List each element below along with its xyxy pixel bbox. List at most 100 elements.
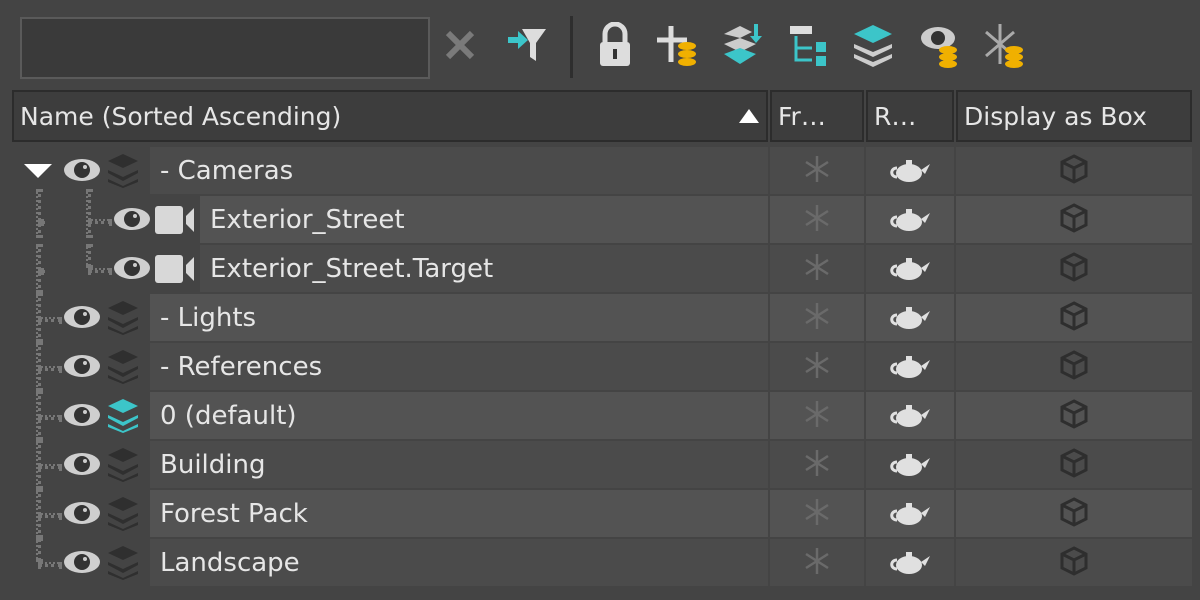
layer-row[interactable]: - Cameras <box>12 146 1192 195</box>
renderable-toggle[interactable] <box>866 147 954 194</box>
freeze-toggle[interactable] <box>770 245 864 292</box>
visibility-eye-icon[interactable] <box>62 401 102 433</box>
renderable-toggle[interactable] <box>866 294 954 341</box>
row-name[interactable]: Exterior_Street.Target <box>200 245 768 292</box>
collapse-arrow-icon[interactable] <box>22 162 54 180</box>
freeze-toggle[interactable] <box>770 441 864 488</box>
visibility-eye-icon[interactable] <box>62 156 102 188</box>
freeze-toggle[interactable] <box>770 343 864 390</box>
filter-button[interactable] <box>505 22 551 68</box>
layer-row[interactable]: Landscape <box>12 538 1192 587</box>
column-header-display-as-box[interactable]: Display as Box <box>956 90 1192 142</box>
eye-layer-icon <box>921 27 957 68</box>
freeze-toggle[interactable] <box>770 539 864 586</box>
layer-row[interactable]: - Lights <box>12 293 1192 342</box>
freeze-toggle[interactable] <box>770 196 864 243</box>
teapot-icon <box>889 399 931 433</box>
visibility-eye-icon[interactable] <box>112 254 152 286</box>
layer-icon[interactable] <box>106 446 140 486</box>
row-label: - Cameras <box>160 155 294 186</box>
column-header-display-label: Display as Box <box>964 101 1147 131</box>
column-header-name-label: Name (Sorted Ascending) <box>20 101 342 131</box>
box-icon <box>1058 545 1090 581</box>
layer-icon[interactable] <box>106 544 140 584</box>
display-as-box-toggle[interactable] <box>956 490 1192 537</box>
freeze-toggle[interactable] <box>770 490 864 537</box>
row-name[interactable]: Landscape <box>150 539 768 586</box>
display-as-box-toggle[interactable] <box>956 392 1192 439</box>
renderable-toggle[interactable] <box>866 441 954 488</box>
row-name[interactable]: Building <box>150 441 768 488</box>
renderable-toggle[interactable] <box>866 196 954 243</box>
display-as-box-toggle[interactable] <box>956 245 1192 292</box>
layer-row[interactable]: 0 (default) <box>12 391 1192 440</box>
renderable-toggle[interactable] <box>866 343 954 390</box>
snowflake-icon <box>802 546 832 580</box>
column-header-render-label: R… <box>874 101 917 131</box>
column-header-render[interactable]: R… <box>866 90 954 142</box>
column-header-frozen[interactable]: Fr… <box>770 90 864 142</box>
row-name[interactable]: - Cameras <box>150 147 768 194</box>
renderable-toggle[interactable] <box>866 245 954 292</box>
visibility-eye-icon[interactable] <box>62 352 102 384</box>
row-name[interactable]: - Lights <box>150 294 768 341</box>
snowflake-icon <box>802 301 832 335</box>
tree-line <box>88 268 112 273</box>
camera-row[interactable]: Exterior_Street <box>12 189 1192 244</box>
visibility-eye-icon[interactable] <box>62 499 102 531</box>
display-as-box-toggle[interactable] <box>956 441 1192 488</box>
freeze-toggle[interactable] <box>770 147 864 194</box>
freeze-toggle[interactable] <box>770 294 864 341</box>
search-input[interactable] <box>20 17 430 79</box>
box-icon <box>1058 447 1090 483</box>
freeze-toggle[interactable] <box>770 392 864 439</box>
renderable-toggle[interactable] <box>866 539 954 586</box>
tree-line <box>38 366 62 371</box>
create-layer-button[interactable] <box>655 22 701 68</box>
layers-add-icon <box>724 24 762 64</box>
clear-search-button[interactable] <box>437 22 483 68</box>
visibility-eye-icon[interactable] <box>62 450 102 482</box>
row-name[interactable]: 0 (default) <box>150 392 768 439</box>
layer-icon[interactable] <box>106 495 140 535</box>
lock-button[interactable] <box>592 22 638 68</box>
visibility-eye-icon[interactable] <box>112 205 152 237</box>
row-label: 0 (default) <box>160 400 297 431</box>
display-as-box-toggle[interactable] <box>956 539 1192 586</box>
freeze-layer-button[interactable] <box>982 22 1028 68</box>
layer-icon[interactable] <box>106 348 140 388</box>
layer-row[interactable]: - References <box>12 342 1192 391</box>
tree-line <box>88 219 112 224</box>
row-name[interactable]: Exterior_Street <box>200 196 768 243</box>
display-as-box-toggle[interactable] <box>956 343 1192 390</box>
row-label: Landscape <box>160 547 300 578</box>
layer-row[interactable]: Building <box>12 440 1192 489</box>
layer-icon[interactable] <box>106 152 140 192</box>
hierarchy-button[interactable] <box>786 22 832 68</box>
snowflake-icon <box>802 497 832 531</box>
column-header-name[interactable]: Name (Sorted Ascending) <box>12 90 768 142</box>
camera-row[interactable]: Exterior_Street.Target <box>12 244 1192 293</box>
tree-line <box>86 189 91 238</box>
layer-icon[interactable] <box>106 299 140 339</box>
row-name[interactable]: Forest Pack <box>150 490 768 537</box>
box-icon <box>1058 251 1090 287</box>
add-to-layer-button[interactable] <box>720 22 766 68</box>
layers-button[interactable] <box>850 22 896 68</box>
display-as-box-toggle[interactable] <box>956 294 1192 341</box>
renderable-toggle[interactable] <box>866 490 954 537</box>
tree-line <box>38 415 62 420</box>
active-layer-icon[interactable] <box>106 397 140 437</box>
snowflake-icon <box>802 252 832 286</box>
display-as-box-toggle[interactable] <box>956 196 1192 243</box>
visibility-eye-icon[interactable] <box>62 548 102 580</box>
hierarchy-icon <box>790 26 826 66</box>
layer-row[interactable]: Forest Pack <box>12 489 1192 538</box>
renderable-toggle[interactable] <box>866 392 954 439</box>
visibility-eye-icon[interactable] <box>62 303 102 335</box>
tree-line <box>86 244 91 268</box>
row-name[interactable]: - References <box>150 343 768 390</box>
display-as-box-toggle[interactable] <box>956 147 1192 194</box>
tree-line <box>38 317 62 322</box>
hide-layer-button[interactable] <box>918 22 964 68</box>
